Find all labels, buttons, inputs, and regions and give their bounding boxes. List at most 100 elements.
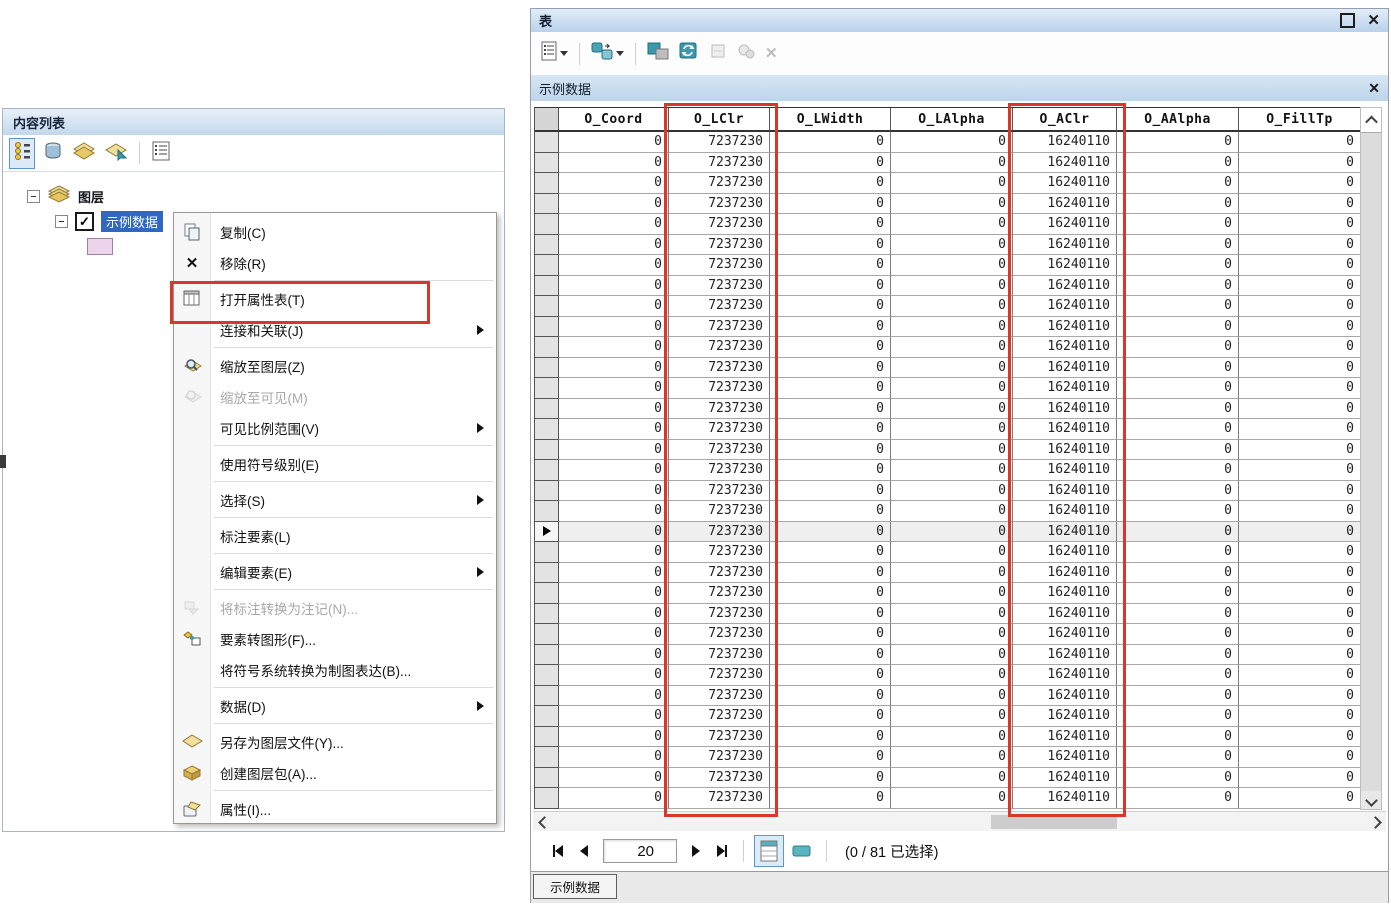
layer-visibility-checkbox[interactable]: ✓	[75, 212, 94, 231]
cell-O_FillTp[interactable]: 0	[1239, 645, 1361, 666]
cell-O_AAlpha[interactable]: 0	[1117, 768, 1239, 789]
cell-O_Coord[interactable]: 0	[559, 706, 669, 727]
row-selector[interactable]	[535, 255, 559, 276]
cell-O_FillTp[interactable]: 0	[1239, 235, 1361, 256]
cell-O_LAlpha[interactable]: 0	[891, 337, 1013, 358]
cell-O_LAlpha[interactable]: 0	[891, 317, 1013, 338]
table-options-button[interactable]	[539, 39, 570, 68]
cell-O_LWidth[interactable]: 0	[770, 358, 891, 379]
cell-O_LWidth[interactable]: 0	[770, 399, 891, 420]
menu-item-复制C[interactable]: 复制(C)	[174, 216, 496, 247]
cell-O_AAlpha[interactable]: 0	[1117, 788, 1239, 809]
cell-O_AAlpha[interactable]: 0	[1117, 542, 1239, 563]
first-record-button[interactable]	[545, 839, 571, 863]
cell-O_AClr[interactable]: 16240110	[1013, 276, 1117, 297]
cell-O_AAlpha[interactable]: 0	[1117, 317, 1239, 338]
cell-O_Coord[interactable]: 0	[559, 255, 669, 276]
cell-O_LClr[interactable]: 7237230	[669, 501, 770, 522]
cell-O_LAlpha[interactable]: 0	[891, 604, 1013, 625]
cell-O_AClr[interactable]: 16240110	[1013, 768, 1117, 789]
cell-O_LAlpha[interactable]: 0	[891, 276, 1013, 297]
cell-O_AClr[interactable]: 16240110	[1013, 153, 1117, 174]
collapse-toggle-icon[interactable]	[55, 215, 68, 228]
row-selector[interactable]	[535, 522, 559, 543]
cell-O_AClr[interactable]: 16240110	[1013, 194, 1117, 215]
cell-O_LWidth[interactable]: 0	[770, 337, 891, 358]
cell-O_LWidth[interactable]: 0	[770, 624, 891, 645]
cell-O_Coord[interactable]: 0	[559, 296, 669, 317]
cell-O_AClr[interactable]: 16240110	[1013, 747, 1117, 768]
cell-O_LWidth[interactable]: 0	[770, 563, 891, 584]
collapse-toggle-icon[interactable]	[27, 190, 40, 203]
cell-O_AAlpha[interactable]: 0	[1117, 132, 1239, 153]
cell-O_LWidth[interactable]: 0	[770, 460, 891, 481]
cell-O_LAlpha[interactable]: 0	[891, 788, 1013, 809]
table-sheet-tab[interactable]: 示例数据	[533, 874, 617, 899]
cell-O_AAlpha[interactable]: 0	[1117, 706, 1239, 727]
cell-O_Coord[interactable]: 0	[559, 788, 669, 809]
cell-O_AClr[interactable]: 16240110	[1013, 604, 1117, 625]
row-selector[interactable]	[535, 296, 559, 317]
cell-O_Coord[interactable]: 0	[559, 481, 669, 502]
cell-O_AClr[interactable]: 16240110	[1013, 235, 1117, 256]
cell-O_Coord[interactable]: 0	[559, 747, 669, 768]
cell-O_FillTp[interactable]: 0	[1239, 255, 1361, 276]
cell-O_LWidth[interactable]: 0	[770, 440, 891, 461]
menu-item-创建图层包A[interactable]: 创建图层包(A)...	[174, 757, 496, 788]
cell-O_LWidth[interactable]: 0	[770, 604, 891, 625]
cell-O_LClr[interactable]: 7237230	[669, 788, 770, 809]
cell-O_AAlpha[interactable]: 0	[1117, 153, 1239, 174]
next-record-button[interactable]	[683, 839, 709, 863]
cell-O_LWidth[interactable]: 0	[770, 132, 891, 153]
row-selector[interactable]	[535, 358, 559, 379]
cell-O_Coord[interactable]: 0	[559, 235, 669, 256]
cell-O_LClr[interactable]: 7237230	[669, 583, 770, 604]
row-selector[interactable]	[535, 624, 559, 645]
toc-options-button[interactable]	[150, 139, 172, 168]
cell-O_Coord[interactable]: 0	[559, 378, 669, 399]
cell-O_AAlpha[interactable]: 0	[1117, 194, 1239, 215]
cell-O_LAlpha[interactable]: 0	[891, 194, 1013, 215]
cell-O_LClr[interactable]: 7237230	[669, 214, 770, 235]
cell-O_FillTp[interactable]: 0	[1239, 358, 1361, 379]
row-selector[interactable]	[535, 214, 559, 235]
cell-O_LClr[interactable]: 7237230	[669, 686, 770, 707]
column-header-O_Coord[interactable]: O_Coord	[559, 108, 669, 132]
scroll-right-icon[interactable]	[1368, 815, 1382, 829]
cell-O_Coord[interactable]: 0	[559, 645, 669, 666]
row-selector[interactable]	[535, 768, 559, 789]
cell-O_AAlpha[interactable]: 0	[1117, 563, 1239, 584]
menu-item-标注要素L[interactable]: 标注要素(L)	[174, 520, 496, 551]
cell-O_Coord[interactable]: 0	[559, 317, 669, 338]
cell-O_LClr[interactable]: 7237230	[669, 317, 770, 338]
cell-O_LWidth[interactable]: 0	[770, 378, 891, 399]
row-selector[interactable]	[535, 153, 559, 174]
cell-O_FillTp[interactable]: 0	[1239, 194, 1361, 215]
cell-O_LAlpha[interactable]: 0	[891, 296, 1013, 317]
cell-O_FillTp[interactable]: 0	[1239, 706, 1361, 727]
column-header-O_LAlpha[interactable]: O_LAlpha	[891, 108, 1013, 132]
cell-O_LClr[interactable]: 7237230	[669, 522, 770, 543]
cell-O_LAlpha[interactable]: 0	[891, 378, 1013, 399]
cell-O_LWidth[interactable]: 0	[770, 296, 891, 317]
switch-selection-button[interactable]	[676, 39, 702, 68]
layers-group-label[interactable]: 图层	[78, 187, 104, 206]
cell-O_LAlpha[interactable]: 0	[891, 563, 1013, 584]
menu-item-缩放至图层Z[interactable]: 缩放至图层(Z)	[174, 350, 496, 381]
cell-O_LWidth[interactable]: 0	[770, 173, 891, 194]
cell-O_FillTp[interactable]: 0	[1239, 727, 1361, 748]
close-window-icon[interactable]: ✕	[1367, 13, 1380, 28]
cell-O_AAlpha[interactable]: 0	[1117, 460, 1239, 481]
cell-O_LAlpha[interactable]: 0	[891, 645, 1013, 666]
column-header-O_LWidth[interactable]: O_LWidth	[770, 108, 891, 132]
cell-O_AAlpha[interactable]: 0	[1117, 604, 1239, 625]
cell-O_LWidth[interactable]: 0	[770, 235, 891, 256]
cell-O_LAlpha[interactable]: 0	[891, 727, 1013, 748]
show-selected-records-button[interactable]	[788, 836, 816, 866]
cell-O_FillTp[interactable]: 0	[1239, 604, 1361, 625]
cell-O_Coord[interactable]: 0	[559, 153, 669, 174]
cell-O_AClr[interactable]: 16240110	[1013, 686, 1117, 707]
cell-O_AAlpha[interactable]: 0	[1117, 665, 1239, 686]
cell-O_LAlpha[interactable]: 0	[891, 665, 1013, 686]
cell-O_AAlpha[interactable]: 0	[1117, 337, 1239, 358]
